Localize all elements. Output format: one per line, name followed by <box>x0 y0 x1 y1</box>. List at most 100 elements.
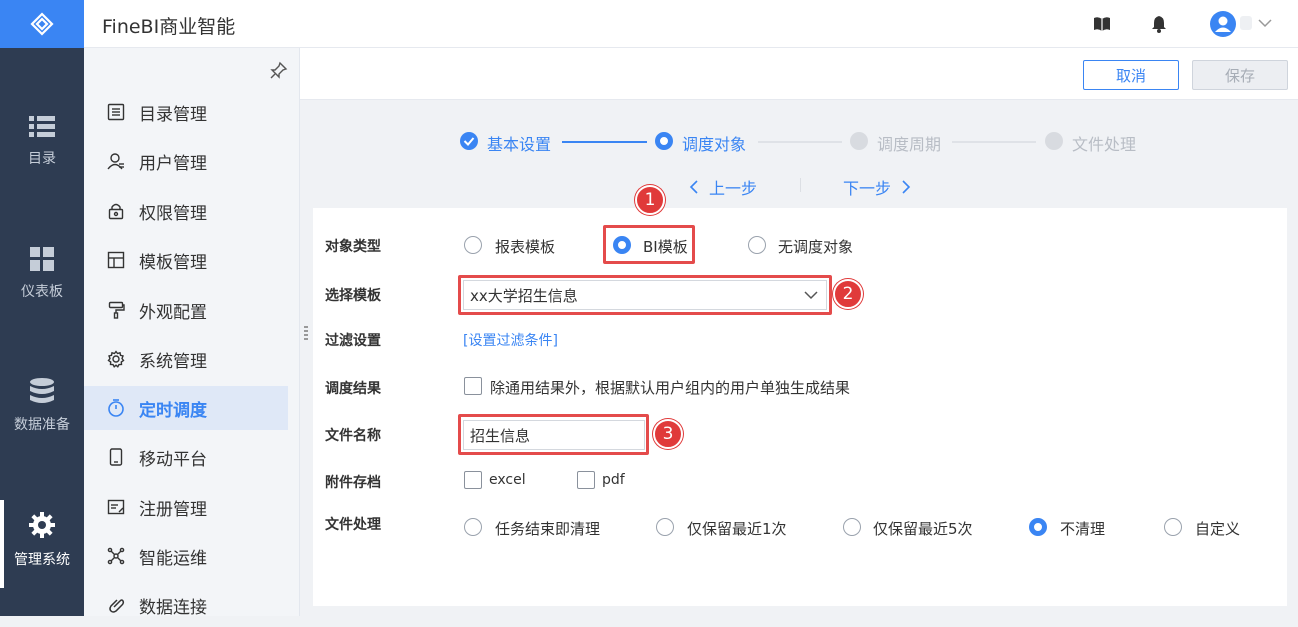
nav-item-label: 智能运维 <box>139 548 207 569</box>
nav-item-label: 系统管理 <box>139 351 207 372</box>
chevron-down-icon[interactable] <box>1258 18 1272 28</box>
step-label-period: 调度周期 <box>877 135 942 154</box>
nav-item-mobile[interactable]: 移动平台 <box>84 435 288 479</box>
per-user-result-checkbox[interactable] <box>464 377 482 395</box>
nav-item-label: 外观配置 <box>139 302 207 323</box>
nav-item-register[interactable]: 注册管理 <box>84 485 288 529</box>
nav-item-template-mgmt[interactable]: 模板管理 <box>84 238 288 282</box>
form-panel <box>313 208 1287 606</box>
rail-item-label: 管理系统 <box>14 552 70 568</box>
step-todo-icon <box>850 132 868 150</box>
database-icon <box>30 378 54 403</box>
chevron-left-icon <box>689 180 698 194</box>
settings-icon <box>106 349 126 369</box>
rail-item-admin[interactable]: 管理系统 <box>0 490 84 590</box>
rail-item-label: 仪表板 <box>21 284 63 300</box>
nav-item-system-mgmt[interactable]: 系统管理 <box>84 337 288 381</box>
radio-label: 自定义 <box>1195 520 1241 538</box>
save-button[interactable]: 保存 <box>1192 60 1288 90</box>
ops-network-icon <box>106 546 126 566</box>
nav-item-permission-mgmt[interactable]: 权限管理 <box>84 189 288 233</box>
step-done-icon <box>460 132 478 150</box>
excel-label: excel <box>489 472 526 488</box>
step-label-file: 文件处理 <box>1072 135 1137 154</box>
cancel-button[interactable]: 取消 <box>1083 60 1179 90</box>
rail-item-data-prep[interactable]: 数据准备 <box>0 356 84 456</box>
pdf-label: pdf <box>602 472 625 488</box>
step-connector <box>952 141 1036 143</box>
bell-icon[interactable] <box>1151 15 1167 33</box>
nav-item-label: 用户管理 <box>139 153 207 174</box>
next-step-button[interactable]: 下一步 <box>843 175 911 199</box>
nav-item-scheduling[interactable]: 定时调度 <box>84 386 288 430</box>
radio-custom[interactable] <box>1164 518 1182 536</box>
nav-item-appearance[interactable]: 外观配置 <box>84 288 288 332</box>
app-logo[interactable] <box>0 0 84 48</box>
radio-label: BI模板 <box>643 238 688 256</box>
annotation-badge-1: 1 <box>635 185 665 215</box>
timer-icon <box>106 398 126 418</box>
nav-item-smart-ops[interactable]: 智能运维 <box>84 534 288 578</box>
step-connector <box>758 141 842 143</box>
file-name-label: 文件名称 <box>325 428 381 444</box>
result-label: 调度结果 <box>325 381 381 397</box>
nav-item-label: 目录管理 <box>139 104 207 125</box>
top-header <box>84 0 1298 48</box>
nav-item-catalog-mgmt[interactable]: 目录管理 <box>84 90 288 134</box>
annotation-badge-3: 3 <box>653 419 683 449</box>
nav-item-label: 移动平台 <box>139 449 207 470</box>
per-user-result-text: 除通用结果外，根据默认用户组内的用户单独生成结果 <box>490 379 851 397</box>
avatar[interactable] <box>1210 11 1236 37</box>
filter-label: 过滤设置 <box>325 333 381 349</box>
book-icon[interactable] <box>1093 16 1111 32</box>
object-type-label: 对象类型 <box>325 239 381 255</box>
nav-item-label: 注册管理 <box>139 499 207 520</box>
radio-label: 任务结束即清理 <box>495 520 601 538</box>
next-step-label: 下一步 <box>843 179 892 198</box>
nav-item-label: 权限管理 <box>139 203 207 224</box>
template-select-label: 选择模板 <box>325 288 381 304</box>
radio-keep-last-1[interactable] <box>656 518 674 536</box>
rail-item-dashboard[interactable]: 仪表板 <box>0 224 84 324</box>
lock-icon <box>106 201 126 221</box>
radio-keep-last-5[interactable] <box>843 518 861 536</box>
radio-no-clean[interactable] <box>1029 518 1047 536</box>
step-todo-icon <box>1045 132 1063 150</box>
prev-step-button[interactable]: 上一步 <box>689 175 757 199</box>
logo-icon <box>30 12 54 36</box>
step-label-basic: 基本设置 <box>487 135 552 154</box>
file-name-input[interactable]: 招生信息 <box>463 420 645 450</box>
radio-label: 报表模板 <box>495 238 556 256</box>
step-label-object: 调度对象 <box>682 135 747 154</box>
radio-clean-on-finish[interactable] <box>464 518 482 536</box>
template-select[interactable]: xx大学招生信息 <box>463 280 827 310</box>
app-title: FineBI商业智能 <box>102 16 236 38</box>
radio-no-object[interactable] <box>748 236 766 254</box>
attachment-label: 附件存档 <box>325 475 381 491</box>
step-connector <box>562 141 647 143</box>
nav-item-data-connection[interactable]: 数据连接 <box>84 583 288 627</box>
rail-item-catalog[interactable]: 目录 <box>0 92 84 192</box>
excel-checkbox[interactable] <box>464 471 482 489</box>
set-filter-link[interactable]: [设置过滤条件] <box>463 330 558 350</box>
pin-icon[interactable] <box>270 61 288 79</box>
catalog-icon <box>106 102 126 122</box>
radio-label: 无调度对象 <box>778 238 854 256</box>
panel-resize-handle[interactable] <box>304 326 308 342</box>
nav-item-user-mgmt[interactable]: 用户管理 <box>84 139 288 183</box>
chevron-down-icon <box>804 291 818 300</box>
radio-bi-template[interactable] <box>613 236 631 254</box>
rail-item-label: 目录 <box>28 151 56 167</box>
rail-item-label: 数据准备 <box>14 417 70 433</box>
link-icon <box>106 595 126 615</box>
dashboard-grid-icon <box>30 247 54 271</box>
nav-item-label: 数据连接 <box>139 597 207 618</box>
chevron-right-icon <box>902 180 911 194</box>
nav-item-label: 定时调度 <box>139 400 207 421</box>
radio-report-template[interactable] <box>464 236 482 254</box>
annotation-badge-2: 2 <box>833 279 863 309</box>
pdf-checkbox[interactable] <box>577 471 595 489</box>
file-handling-label: 文件处理 <box>325 517 381 533</box>
divider <box>800 178 801 192</box>
step-current-icon <box>655 132 673 150</box>
